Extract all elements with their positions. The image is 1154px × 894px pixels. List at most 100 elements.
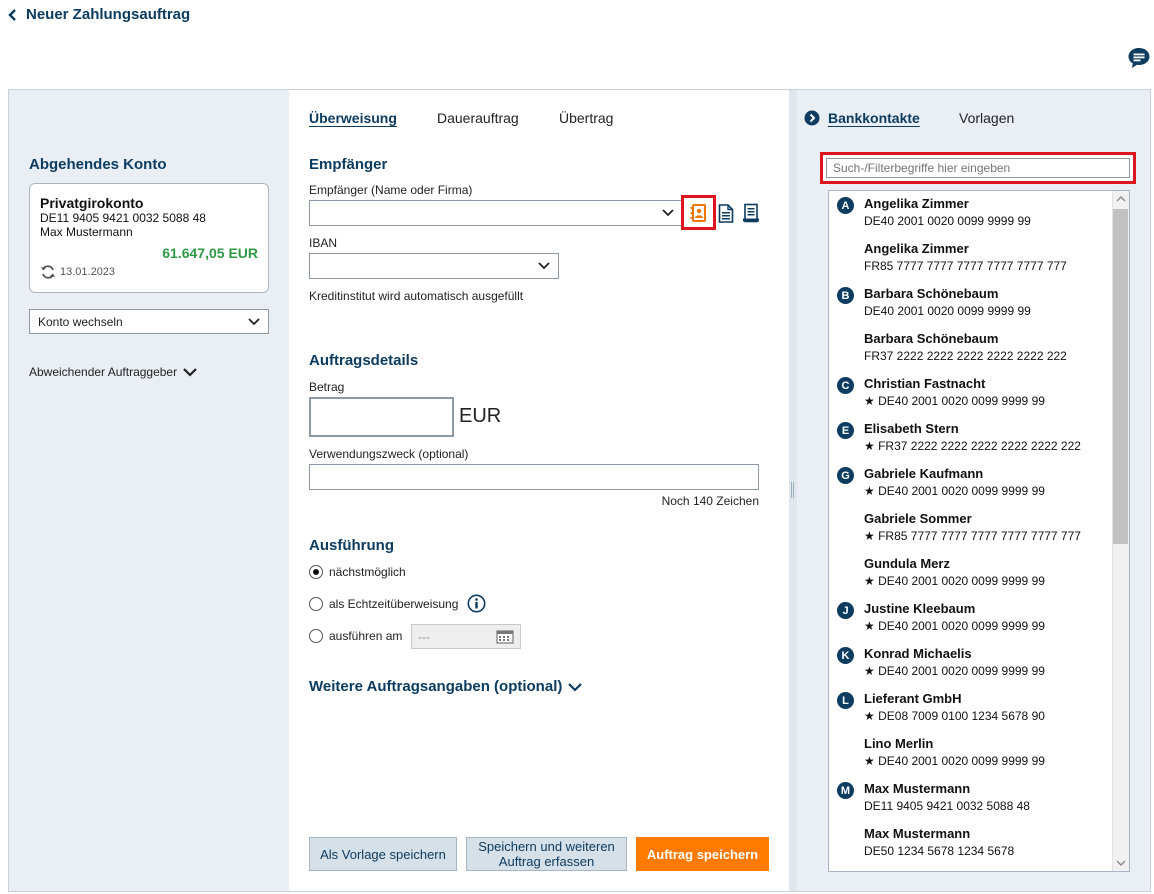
document-icon[interactable] bbox=[718, 204, 734, 223]
contact-iban-row: DE40 2001 0020 0099 9999 99 bbox=[864, 214, 1031, 228]
star-icon: ★ bbox=[864, 709, 879, 723]
radio-realtime[interactable]: als Echtzeitüberweisung bbox=[309, 597, 458, 611]
contact-name: Justine Kleebaum bbox=[864, 601, 976, 616]
contact-iban-row: ★ DE40 2001 0020 0099 9999 99 bbox=[864, 394, 1045, 408]
contact-item[interactable]: E Elisabeth Stern ★ FR37 2222 2222 2222 22… bbox=[829, 416, 1113, 461]
iban-select[interactable] bbox=[309, 253, 559, 279]
account-owner: Max Mustermann bbox=[40, 225, 133, 239]
scrollbar[interactable] bbox=[1112, 191, 1129, 871]
letter-badge: L bbox=[837, 692, 854, 709]
account-name: Privatgirokonto bbox=[40, 195, 144, 211]
divider-grip[interactable] bbox=[791, 482, 794, 498]
contact-iban: DE40 2001 0020 0099 9999 99 bbox=[864, 214, 1031, 228]
contact-item[interactable]: M Max Mustermann DE11 9405 9421 0032 5088 … bbox=[829, 776, 1113, 821]
calendar-icon[interactable] bbox=[496, 629, 514, 644]
contact-iban: DE50 1234 5678 1234 5678 bbox=[864, 844, 1015, 858]
account-card[interactable]: Privatgirokonto DE11 9405 9421 0032 5088… bbox=[29, 183, 269, 293]
execution-date-input[interactable]: --- bbox=[411, 624, 521, 649]
contact-iban-row: ★ FR37 2222 2222 2222 2222 2222 222 bbox=[864, 439, 1081, 453]
contact-iban-row: DE11 9405 9421 0032 5088 48 bbox=[864, 799, 1030, 813]
radio-label: nächstmöglich bbox=[329, 565, 406, 579]
contact-iban-row: ★ DE40 2001 0020 0099 9999 99 bbox=[864, 619, 1045, 633]
recipient-select[interactable] bbox=[309, 200, 683, 226]
execution-title: Ausführung bbox=[309, 537, 394, 554]
amount-input[interactable] bbox=[309, 397, 454, 437]
contact-search-input[interactable] bbox=[826, 158, 1130, 178]
contact-item[interactable]: Barbara Schönebaum FR37 2222 2222 2222 22… bbox=[829, 326, 1113, 371]
contact-iban: DE40 2001 0020 0099 9999 99 bbox=[878, 664, 1045, 678]
contacts-list[interactable]: A Angelika Zimmer DE40 2001 0020 0099 9999… bbox=[828, 190, 1130, 872]
contact-item[interactable]: K Konrad Michaelis ★ DE40 2001 0020 0099 9… bbox=[829, 641, 1113, 686]
contact-item[interactable]: Max Mustermann DE50 1234 5678 1234 5678 bbox=[829, 821, 1113, 866]
invoice-icon[interactable] bbox=[742, 203, 760, 223]
save-and-new-button[interactable]: Speichern und weiteren Auftrag erfassen bbox=[466, 837, 627, 871]
contact-item[interactable]: Lino Merlin ★ DE40 2001 0020 0099 9999 99 bbox=[829, 731, 1113, 776]
contact-iban: DE08 7009 0100 1234 5678 90 bbox=[878, 709, 1045, 723]
contact-iban: FR37 2222 2222 2222 2222 2222 222 bbox=[878, 439, 1081, 453]
letter-badge: E bbox=[837, 422, 854, 439]
scroll-up-icon[interactable] bbox=[1116, 195, 1126, 203]
contact-iban: DE40 2001 0020 0099 9999 99 bbox=[878, 394, 1045, 408]
scrollbar-thumb[interactable] bbox=[1113, 209, 1128, 544]
contact-name: Konrad Michaelis bbox=[864, 646, 972, 661]
contact-iban: FR85 7777 7777 7777 7777 7777 777 bbox=[864, 259, 1067, 273]
contact-iban: DE40 2001 0020 0099 9999 99 bbox=[878, 619, 1045, 633]
letter-badge: K bbox=[837, 647, 854, 664]
account-iban: DE11 9405 9421 0032 5088 48 bbox=[40, 211, 206, 225]
outgoing-account-title: Abgehendes Konto bbox=[29, 156, 167, 173]
radio-next-possible[interactable]: nächstmöglich bbox=[309, 565, 406, 579]
tab-templates[interactable]: Vorlagen bbox=[959, 110, 1014, 126]
account-date-row: 13.01.2023 bbox=[40, 265, 115, 279]
contact-item[interactable]: J Justine Kleebaum ★ DE40 2001 0020 0099 9… bbox=[829, 596, 1113, 641]
contact-name: Angelika Zimmer bbox=[864, 196, 969, 211]
tab-uebertrag[interactable]: Übertrag bbox=[559, 110, 613, 126]
back-link[interactable]: Neuer Zahlungsauftrag bbox=[8, 6, 190, 23]
contact-item[interactable]: G Gabriele Kaufmann ★ DE40 2001 0020 0099 … bbox=[829, 461, 1113, 506]
switch-account-label: Konto wechseln bbox=[38, 314, 123, 329]
info-icon[interactable] bbox=[467, 594, 486, 613]
letter-badge: A bbox=[837, 197, 854, 214]
purpose-input[interactable] bbox=[309, 464, 759, 490]
chevron-down-icon bbox=[183, 368, 197, 377]
contact-item[interactable]: A Angelika Zimmer DE40 2001 0020 0099 9999… bbox=[829, 191, 1113, 236]
order-details-title: Auftragsdetails bbox=[309, 352, 419, 369]
radio-indicator bbox=[309, 597, 323, 611]
contact-item[interactable]: Angelika Zimmer FR85 7777 7777 7777 7777 … bbox=[829, 236, 1113, 281]
chat-icon[interactable] bbox=[1127, 46, 1151, 70]
contact-iban-row: ★ DE08 7009 0100 1234 5678 90 bbox=[864, 709, 1045, 723]
switch-account-select[interactable]: Konto wechseln bbox=[29, 309, 269, 334]
contact-iban-row: ★ DE40 2001 0020 0099 9999 99 bbox=[864, 754, 1045, 768]
star-icon: ★ bbox=[864, 484, 879, 498]
tab-ueberweisung[interactable]: Überweisung bbox=[309, 110, 397, 126]
recipient-title: Empfänger bbox=[309, 156, 388, 173]
contact-name: Lieferant GmbH bbox=[864, 691, 962, 706]
contact-name: Barbara Schönebaum bbox=[864, 331, 999, 346]
contact-iban-row: FR85 7777 7777 7777 7777 7777 777 bbox=[864, 259, 1067, 273]
radio-indicator bbox=[309, 629, 323, 643]
save-order-button[interactable]: Auftrag speichern bbox=[636, 837, 769, 871]
contact-iban-row: ★ DE40 2001 0020 0099 9999 99 bbox=[864, 484, 1045, 498]
amount-label: Betrag bbox=[309, 380, 345, 394]
different-payer-toggle[interactable]: Abweichender Auftraggeber bbox=[29, 365, 197, 379]
tab-dauerauftrag[interactable]: Dauerauftrag bbox=[437, 110, 519, 126]
refresh-icon[interactable] bbox=[40, 265, 56, 279]
save-template-button[interactable]: Als Vorlage speichern bbox=[309, 837, 457, 871]
different-payer-label: Abweichender Auftraggeber bbox=[29, 365, 178, 379]
radio-indicator bbox=[309, 565, 323, 579]
chevron-down-icon bbox=[248, 317, 260, 325]
contact-item[interactable]: Gabriele Sommer ★ FR85 7777 7777 7777 777… bbox=[829, 506, 1113, 551]
currency-label: EUR bbox=[459, 405, 502, 427]
radio-execute-on[interactable]: ausführen am bbox=[309, 629, 402, 643]
contact-item[interactable]: C Christian Fastnacht ★ DE40 2001 0020 009… bbox=[829, 371, 1113, 416]
star-icon: ★ bbox=[864, 394, 879, 408]
contact-item[interactable]: B Barbara Schönebaum DE40 2001 0020 0099 9… bbox=[829, 281, 1113, 326]
letter-badge: J bbox=[837, 602, 854, 619]
contact-iban: FR37 2222 2222 2222 2222 2222 222 bbox=[864, 349, 1067, 363]
more-details-toggle[interactable]: Weitere Auftragsangaben (optional) bbox=[309, 678, 583, 695]
contact-item[interactable]: L Lieferant GmbH ★ DE08 7009 0100 1234 567… bbox=[829, 686, 1113, 731]
scroll-down-icon[interactable] bbox=[1116, 859, 1126, 867]
contacts-book-button[interactable] bbox=[681, 195, 716, 230]
contact-item[interactable]: Gundula Merz ★ DE40 2001 0020 0099 9999 9… bbox=[829, 551, 1113, 596]
tab-bank-contacts[interactable]: Bankkontakte bbox=[804, 110, 920, 126]
contact-name: Max Mustermann bbox=[864, 826, 971, 841]
